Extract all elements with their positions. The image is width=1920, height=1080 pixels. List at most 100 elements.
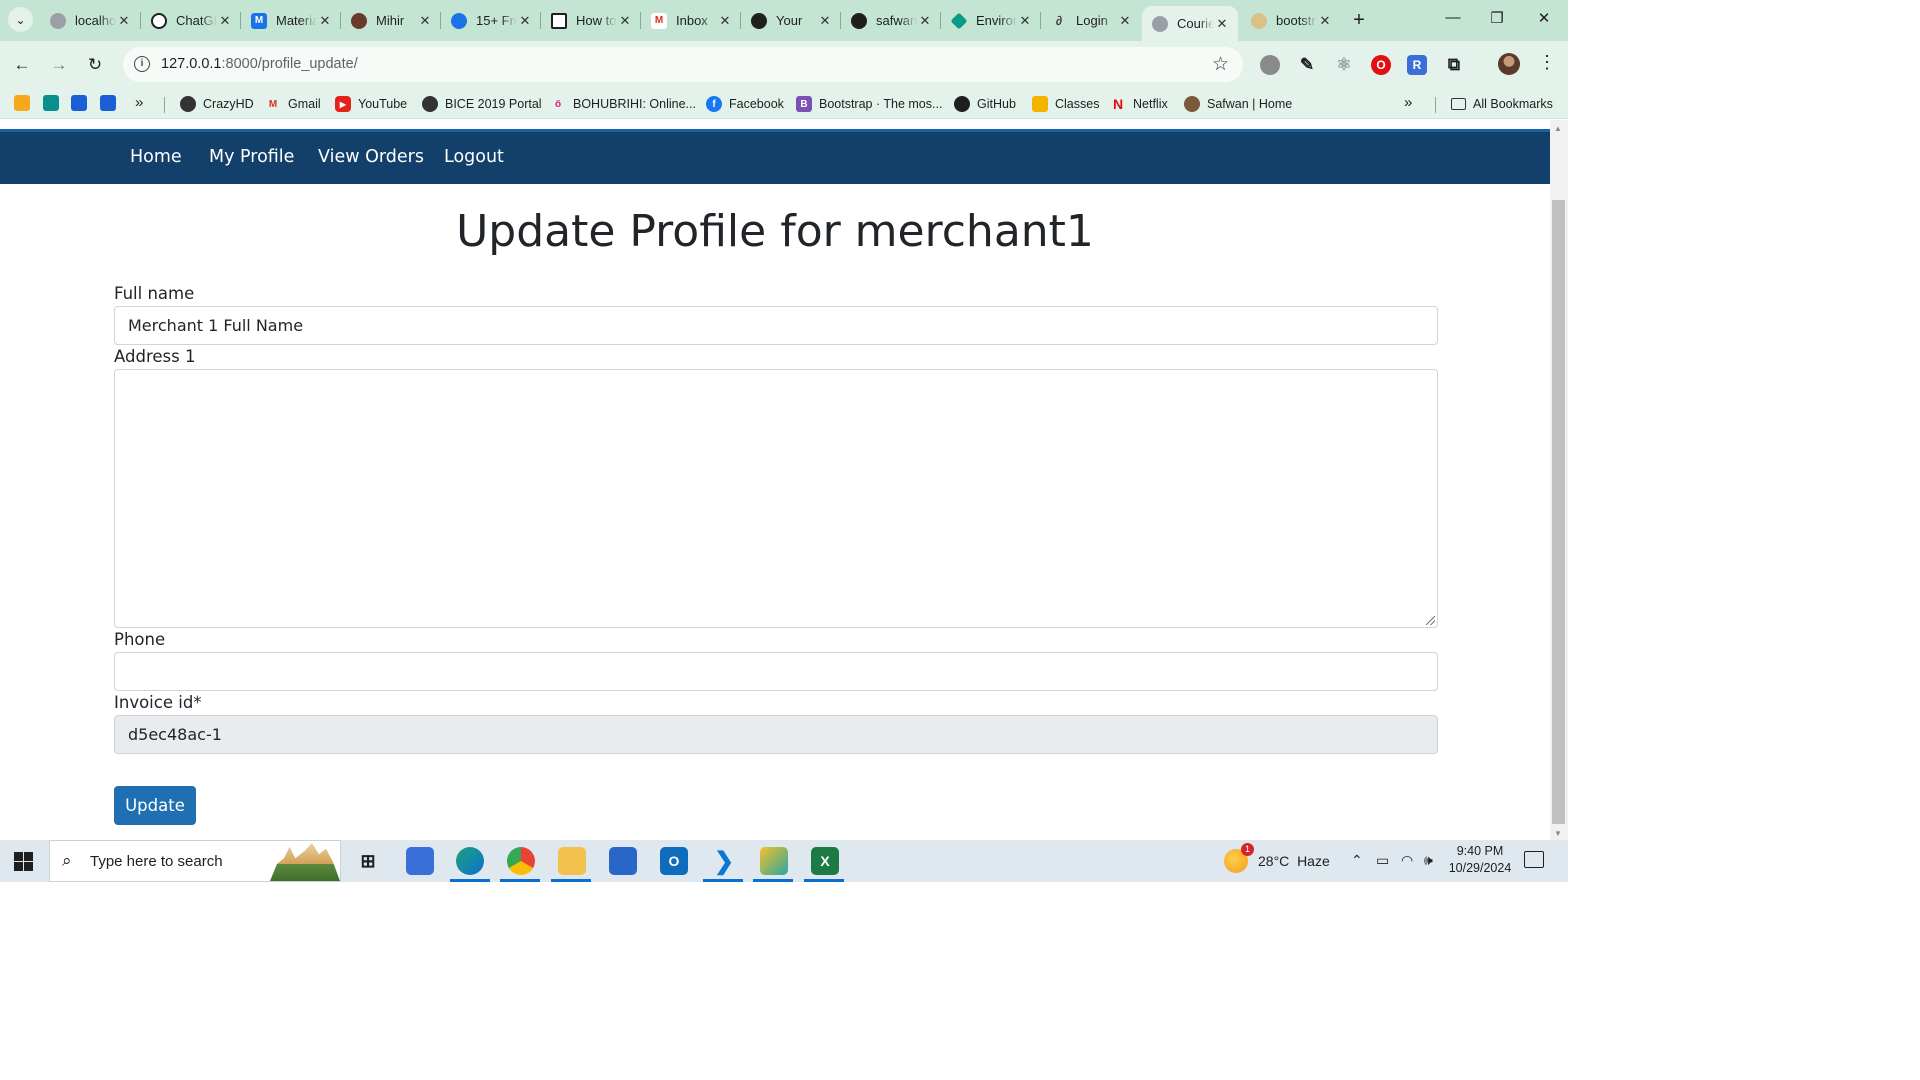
nav-link-my-profile[interactable]: My Profile	[209, 147, 294, 167]
excel-app-icon[interactable]: X	[811, 847, 839, 875]
bookmark-item[interactable]: ö BOHUBRIHI: Online...	[550, 94, 696, 114]
close-icon[interactable]: ✕	[717, 13, 733, 29]
profile-avatar[interactable]	[1498, 53, 1520, 75]
close-icon[interactable]: ✕	[917, 13, 933, 29]
tab-search-button[interactable]: ⌄	[8, 7, 33, 32]
browser-tab[interactable]: ChatGPT ✕	[141, 6, 241, 35]
browser-tab[interactable]: 15+ Fre ✕	[441, 6, 541, 35]
browser-tab[interactable]: safwan ✕	[841, 6, 941, 35]
chrome-app-icon[interactable]	[507, 847, 535, 875]
browser-tab[interactable]: Mihir ✕	[341, 6, 441, 35]
bug-extension-icon[interactable]	[1260, 55, 1280, 75]
chevron-double-right-icon[interactable]: »	[1404, 94, 1412, 111]
close-icon[interactable]: ✕	[517, 13, 533, 29]
bookmark-item[interactable]: Classes	[1032, 94, 1099, 114]
nav-link-home[interactable]: Home	[130, 147, 182, 167]
reload-icon[interactable]: ↻	[82, 52, 108, 78]
site-info-icon[interactable]: i	[134, 56, 150, 72]
browser-tab[interactable]: localhost ✕	[40, 6, 140, 35]
taskbar-search[interactable]: ⌕ Type here to search	[49, 840, 341, 882]
scroll-thumb[interactable]	[1552, 200, 1565, 824]
r-extension-icon[interactable]: R	[1407, 55, 1427, 75]
address-bar[interactable]: i 127.0.0.1:8000/profile_update/ ☆	[123, 47, 1243, 82]
resize-handle-icon[interactable]	[1426, 616, 1435, 625]
wifi-icon[interactable]: ◠	[1401, 852, 1413, 869]
file-explorer-icon[interactable]	[558, 847, 586, 875]
taskbar-clock[interactable]: 9:40 PM 10/29/2024	[1442, 843, 1518, 877]
minimize-icon[interactable]: —	[1441, 9, 1465, 31]
forward-icon[interactable]: →	[46, 52, 72, 78]
browser-tab-active[interactable]: Courier ✕	[1142, 6, 1238, 41]
vscode-app-icon[interactable]: ❯	[710, 847, 738, 875]
volume-icon[interactable]: 🕪	[1424, 852, 1433, 869]
close-icon[interactable]: ✕	[217, 13, 233, 29]
opera-extension-icon[interactable]: O	[1371, 55, 1391, 75]
full-name-input[interactable]: Merchant 1 Full Name	[114, 306, 1438, 345]
windows-start-icon[interactable]	[14, 852, 33, 871]
scroll-up-icon[interactable]: ▲	[1554, 124, 1562, 133]
edge-app-icon[interactable]	[456, 847, 484, 875]
bookmark-divider	[1435, 97, 1436, 113]
app-shortcut-icon[interactable]	[71, 95, 87, 111]
scroll-down-icon[interactable]: ▼	[1554, 829, 1562, 838]
chevron-double-right-icon[interactable]: »	[135, 94, 143, 111]
nav-link-view-orders[interactable]: View Orders	[318, 147, 424, 167]
address-textarea[interactable]	[114, 369, 1438, 628]
browser-tab[interactable]: Environ ✕	[941, 6, 1041, 35]
photos-app-icon[interactable]	[406, 847, 434, 875]
chevron-down-icon: ⌄	[15, 12, 26, 27]
app-shortcut-icon[interactable]	[43, 95, 59, 111]
close-icon[interactable]: ✕	[817, 13, 833, 29]
close-icon[interactable]: ✕	[116, 13, 132, 29]
app-shortcut-icon[interactable]	[100, 95, 116, 111]
restore-icon[interactable]: ❐	[1485, 9, 1509, 31]
all-bookmarks-button[interactable]: All Bookmarks	[1451, 94, 1553, 114]
close-icon[interactable]: ✕	[617, 13, 633, 29]
outlook-app-icon[interactable]: O	[660, 847, 688, 875]
bookmark-item[interactable]: M Gmail	[265, 94, 321, 114]
app-shortcut-icon[interactable]	[14, 95, 30, 111]
browser-tab[interactable]: M Inbox ✕	[641, 6, 741, 35]
avatar-icon	[1184, 96, 1200, 112]
browser-tab[interactable]: bootstr ✕	[1241, 6, 1341, 35]
bookmark-item[interactable]: GitHub	[954, 94, 1016, 114]
store-app-icon[interactable]	[609, 847, 637, 875]
bookmark-item[interactable]: CrazyHD	[180, 94, 254, 114]
bookmark-item[interactable]: B Bootstrap · The mos...	[796, 94, 942, 114]
phone-input[interactable]	[114, 652, 1438, 691]
browser-tab[interactable]: Your ✕	[741, 6, 841, 35]
bookmark-star-icon[interactable]: ☆	[1212, 53, 1229, 76]
browser-tab[interactable]: M Material ✕	[241, 6, 341, 35]
react-extension-icon[interactable]: ⚛	[1334, 55, 1354, 75]
close-icon[interactable]: ✕	[1214, 16, 1230, 32]
browser-tab[interactable]: How to ✕	[541, 6, 641, 35]
page-scrollbar[interactable]: ▲ ▼	[1550, 120, 1568, 840]
close-icon[interactable]: ✕	[417, 13, 433, 29]
battery-icon[interactable]: ▭	[1376, 852, 1389, 869]
page-title: Update Profile for merchant1	[456, 206, 1094, 257]
chevron-up-icon[interactable]: ⌃	[1351, 852, 1363, 869]
globe-icon	[180, 96, 196, 112]
close-icon[interactable]: ✕	[1317, 13, 1333, 29]
update-button[interactable]: Update	[114, 786, 196, 825]
bookmark-item[interactable]: N Netflix	[1110, 94, 1168, 114]
bookmark-item[interactable]: BICE 2019 Portal	[422, 94, 542, 114]
close-icon[interactable]: ✕	[1117, 13, 1133, 29]
weather-widget[interactable]: 1 28°C Haze	[1224, 843, 1330, 873]
back-icon[interactable]: ←	[9, 52, 35, 78]
snip-app-icon[interactable]	[760, 847, 788, 875]
notification-center-icon[interactable]	[1524, 851, 1544, 868]
eyedropper-extension-icon[interactable]: ✎	[1297, 55, 1317, 75]
extensions-puzzle-icon[interactable]: ⧉	[1444, 55, 1464, 75]
close-icon[interactable]: ✕	[317, 13, 333, 29]
bookmark-item[interactable]: ▶ YouTube	[335, 94, 407, 114]
browser-tab[interactable]: ∂ Login ✕	[1041, 6, 1141, 35]
new-tab-button[interactable]: +	[1348, 9, 1370, 31]
bookmark-item[interactable]: f Facebook	[706, 94, 784, 114]
bookmark-item[interactable]: Safwan | Home	[1184, 94, 1292, 114]
menu-kebab-icon[interactable]: ⋮	[1538, 52, 1556, 73]
window-close-icon[interactable]: ✕	[1532, 9, 1556, 31]
nav-link-logout[interactable]: Logout	[444, 147, 504, 167]
close-icon[interactable]: ✕	[1017, 13, 1033, 29]
task-view-icon[interactable]: ⊞	[354, 847, 382, 875]
